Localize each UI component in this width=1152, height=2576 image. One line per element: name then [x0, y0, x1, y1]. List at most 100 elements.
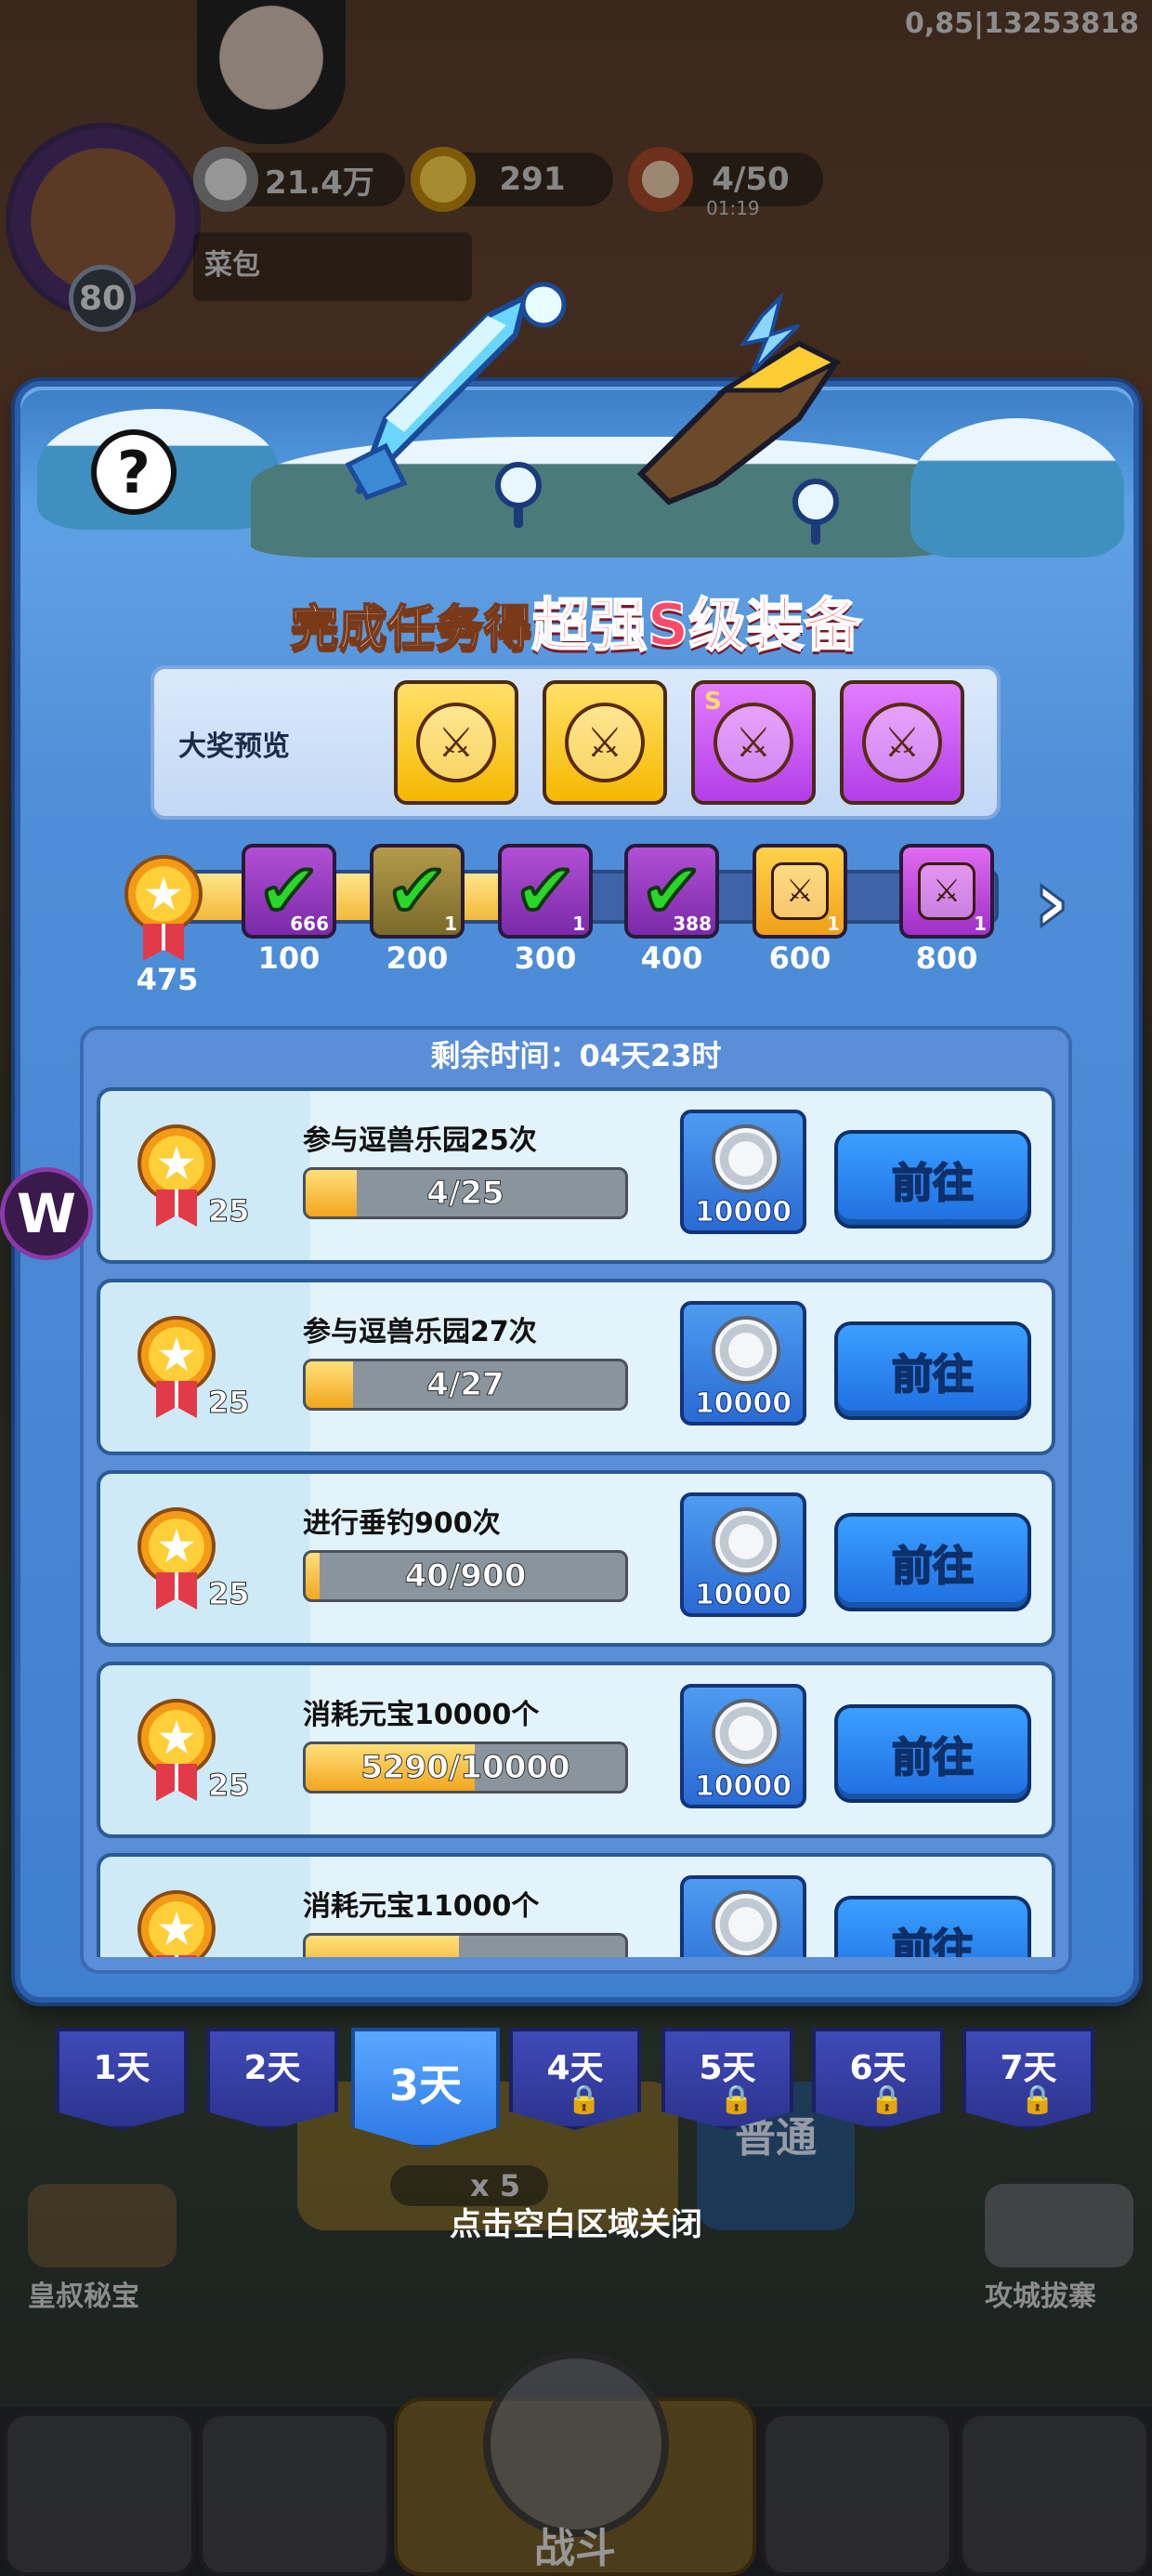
lock-icon: 🔒 — [870, 2083, 905, 2116]
task-progress-bar: 40/900 — [303, 1550, 628, 1602]
day-tab-7[interactable]: 7天 🔒 — [962, 2028, 1094, 2130]
points-medal: ★ — [124, 855, 203, 961]
milestone-value: 100 — [257, 940, 321, 976]
task-medal: ★ — [137, 1890, 216, 1957]
day-tab-2[interactable]: 2天 — [206, 2028, 338, 2130]
day-tab-label: 5天 — [699, 2049, 756, 2087]
task-reward[interactable]: 10000 — [680, 1301, 806, 1426]
gold-sword-chest-icon: ⚔ — [416, 703, 496, 782]
check-icon: ✔ — [512, 848, 578, 934]
silver-coin-icon — [712, 1890, 780, 1957]
task-reward-amount: 10000 — [694, 1387, 792, 1421]
day-tab-3[interactable]: 3天 — [351, 2028, 500, 2149]
day-tab-label: 4天 — [546, 2049, 604, 2087]
task-title: 进行垂钓900次 — [303, 1507, 501, 1540]
task-points: 25 — [208, 1193, 251, 1229]
silver-coin-icon — [712, 1699, 780, 1768]
day-tab-1[interactable]: 1天 — [56, 2028, 188, 2130]
task-title: 消耗元宝10000个 — [303, 1699, 540, 1731]
day-tab-5[interactable]: 5天 🔒 — [661, 2028, 793, 2130]
task-go-button[interactable]: 前往 — [834, 1704, 1031, 1803]
milestone-count: 1 — [827, 913, 840, 935]
purple-sword-chest-icon: ⚔ — [862, 703, 942, 782]
medal-ribbon-icon — [156, 1955, 197, 1957]
day-tab-label: 1天 — [93, 2049, 151, 2087]
inspect-sword-magnifier-icon[interactable] — [491, 459, 546, 530]
modal-headline: 完成任务得超强S级装备 — [0, 578, 1152, 662]
grand-prize-label: 大奖预览 — [178, 730, 290, 763]
lock-icon: 🔒 — [567, 2083, 602, 2116]
medal-ribbon-icon — [156, 1381, 197, 1418]
task-progress-text — [306, 1936, 625, 1957]
day-tab-6[interactable]: 6天 🔒 — [812, 2028, 944, 2130]
milestone-value: 200 — [386, 940, 449, 976]
reward-chest-icon: ⚔ — [771, 862, 829, 920]
task-list[interactable]: ★ 25 参与逗兽乐园25次 4/25 10000 前往 ★ 25 参与逗兽乐园27次 4/27 1… — [93, 1084, 1059, 1957]
task-title: 消耗元宝11000个 — [303, 1890, 540, 1923]
prize-item-4[interactable]: ⚔ — [840, 680, 964, 805]
milestone-count: 666 — [290, 913, 329, 935]
medal-ribbon-icon — [156, 1189, 197, 1227]
task-row: ★ 25 消耗元宝10000个 5290/10000 10000 前往 — [97, 1662, 1055, 1838]
task-go-button[interactable]: 前往 — [834, 1513, 1031, 1611]
task-medal: ★ — [137, 1124, 216, 1227]
milestone-reward-600[interactable]: ⚔ 1 — [753, 844, 847, 939]
milestone-count: 1 — [974, 913, 987, 935]
task-title: 参与逗兽乐园25次 — [303, 1124, 537, 1157]
s-rank-treasure-chest-icon: ⚔ — [713, 703, 793, 782]
task-progress-text: 40/900 — [404, 1557, 527, 1596]
prize-item-1[interactable]: ⚔ — [394, 680, 518, 805]
snow-rock-right — [910, 418, 1124, 558]
star-medal-icon: ★ — [137, 1890, 216, 1957]
task-go-button[interactable]: 前往 — [834, 1896, 1031, 1957]
milestone-reward-300[interactable]: ✔ 1 — [498, 844, 593, 939]
prize-rank-tag: S — [704, 688, 722, 716]
task-progress-text: 5290/10000 — [360, 1749, 570, 1787]
close-hint: 点击空白区域关闭 — [450, 2206, 702, 2243]
milestone-reward-200[interactable]: ✔ 1 — [370, 844, 465, 939]
side-w-badge[interactable]: W — [0, 1167, 93, 1260]
milestone-count: 1 — [444, 913, 457, 935]
task-progress-bar — [303, 1933, 628, 1957]
points-total: 475 — [136, 962, 199, 997]
task-medal: ★ — [137, 1507, 216, 1610]
milestone-reward-100[interactable]: ✔ 666 — [242, 844, 336, 939]
prize-item-2[interactable]: ⚔ — [543, 680, 667, 805]
task-go-button[interactable]: 前往 — [834, 1130, 1031, 1229]
day-tab-label: 7天 — [1000, 2049, 1057, 2087]
help-button[interactable]: ? — [91, 429, 177, 515]
milestone-count: 1 — [572, 913, 585, 935]
milestone-reward-800[interactable]: ⚔ 1 — [899, 844, 994, 939]
lock-icon: 🔒 — [1020, 2083, 1055, 2116]
day-tab-4[interactable]: 4天 🔒 — [509, 2028, 641, 2130]
task-reward[interactable]: 10000 — [680, 1110, 806, 1234]
task-progress-text: 4/25 — [426, 1175, 504, 1213]
milestone-value: 600 — [768, 940, 831, 976]
task-reward-amount: 10000 — [694, 1770, 792, 1804]
inspect-cannon-magnifier-icon[interactable] — [788, 476, 844, 546]
task-reward[interactable]: 10000 — [680, 1492, 806, 1617]
medal-ribbon-icon — [156, 1572, 197, 1610]
next-arrow-icon[interactable]: › — [1032, 856, 1089, 948]
task-points: 25 — [208, 1576, 251, 1612]
task-progress-bar: 5290/10000 — [303, 1741, 628, 1794]
gold-sword-coin-icon: ⚔ — [565, 703, 645, 782]
task-title: 参与逗兽乐园27次 — [303, 1316, 537, 1348]
milestone-count: 388 — [673, 913, 712, 935]
day-tab-label: 3天 — [388, 2060, 462, 2110]
milestone-value: 400 — [640, 940, 703, 976]
task-progress-text: 4/27 — [426, 1366, 504, 1404]
task-reward-amount: 10000 — [694, 1579, 792, 1612]
task-reward[interactable]: 10000 — [680, 1875, 806, 1957]
task-row: ★ 25 参与逗兽乐园27次 4/27 10000 前往 — [97, 1279, 1055, 1455]
task-progress-bar: 4/25 — [303, 1167, 628, 1219]
task-reward-amount: 10000 — [694, 1196, 792, 1229]
prize-item-3[interactable]: ⚔ S — [691, 680, 816, 805]
silver-coin-icon — [712, 1124, 780, 1193]
silver-coin-icon — [712, 1507, 780, 1576]
task-go-button[interactable]: 前往 — [834, 1321, 1031, 1420]
task-points: 25 — [208, 1385, 251, 1421]
task-reward[interactable]: 10000 — [680, 1684, 806, 1808]
milestone-reward-400[interactable]: ✔ 388 — [624, 844, 719, 939]
milestone-value: 300 — [514, 940, 577, 976]
